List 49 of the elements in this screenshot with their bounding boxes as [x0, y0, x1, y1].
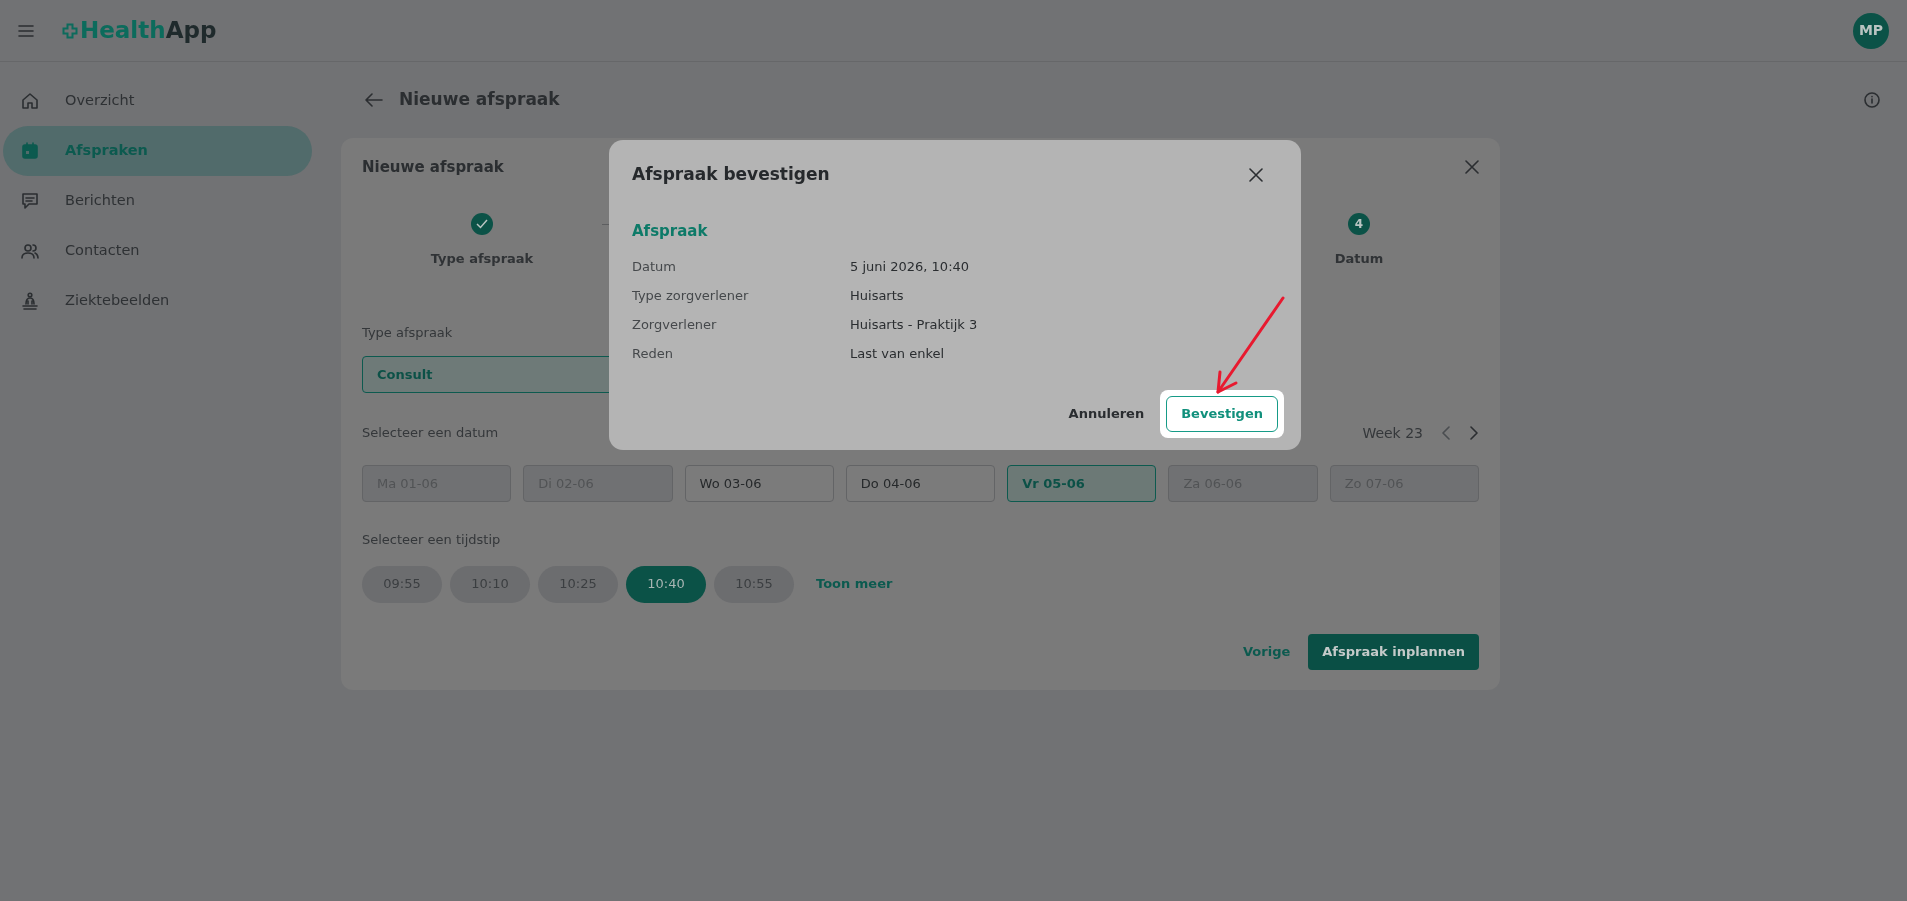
- field-label: Type afspraak: [362, 323, 453, 342]
- cancel-button[interactable]: Annuleren: [1062, 403, 1151, 425]
- page-title: Nieuwe afspraak: [399, 88, 560, 112]
- detail-label: Zorgverlener: [632, 315, 718, 334]
- close-icon[interactable]: [1465, 160, 1479, 175]
- detail-label: Type zorgverlener: [632, 286, 750, 305]
- menu-icon[interactable]: [18, 23, 34, 38]
- field-label: Selecteer een tijdstip: [362, 531, 501, 549]
- close-icon[interactable]: [1249, 167, 1263, 182]
- user-avatar[interactable]: MP: [1853, 12, 1889, 49]
- field-label: Selecteer een datum: [362, 424, 499, 443]
- sidebar-item[interactable]: Ziektebeelden: [3, 276, 312, 326]
- back-arrow-icon[interactable]: [365, 93, 383, 107]
- sidebar-item[interactable]: Contacten: [3, 226, 312, 276]
- show-more-link[interactable]: Toon meer: [810, 573, 899, 595]
- time-slot[interactable]: 10:40: [626, 565, 706, 603]
- step-number: 4: [1348, 212, 1370, 235]
- back-button[interactable]: Vorige: [1237, 640, 1297, 663]
- sidebar-item[interactable]: Afspraken: [3, 126, 312, 176]
- chevron-left-icon[interactable]: [1441, 426, 1451, 440]
- detail-value: 5 juni 2026, 10:40: [850, 257, 970, 276]
- chat-icon: [21, 192, 39, 210]
- sidebar-item[interactable]: Overzicht: [3, 76, 312, 126]
- confirm-button[interactable]: Bevestigen: [1166, 396, 1278, 432]
- app-logo: HealthApp: [62, 13, 217, 48]
- detail-value: Last van enkel: [850, 344, 945, 363]
- step-done-icon: [471, 212, 493, 235]
- detail-value: Huisarts: [850, 286, 904, 305]
- step-label: Datum: [1334, 249, 1384, 268]
- person-icon: [21, 292, 39, 310]
- detail-label: Datum: [632, 257, 677, 276]
- schedule-button[interactable]: Afspraak inplannen: [1308, 633, 1479, 670]
- section-heading: Afspraak: [632, 220, 709, 242]
- date-option[interactable]: Do 04-06: [845, 465, 996, 502]
- date-option[interactable]: Vr 05-06: [1007, 465, 1157, 502]
- step-label: Type afspraak: [430, 249, 534, 268]
- info-icon[interactable]: [1864, 92, 1880, 108]
- date-option[interactable]: Wo 03-06: [684, 465, 834, 502]
- detail-label: Reden: [632, 344, 674, 363]
- calendar-icon: [21, 142, 39, 160]
- people-icon: [21, 242, 39, 260]
- dialog-title: Afspraak bevestigen: [632, 163, 830, 186]
- chevron-right-icon[interactable]: [1469, 426, 1479, 440]
- sidebar-item[interactable]: Berichten: [3, 176, 312, 226]
- cross-icon: [62, 22, 78, 39]
- card-title: Nieuwe afspraak: [362, 157, 504, 178]
- week-label: Week 23: [1362, 423, 1423, 443]
- home-icon: [21, 92, 39, 110]
- detail-value: Huisarts - Praktijk 3: [850, 315, 978, 334]
